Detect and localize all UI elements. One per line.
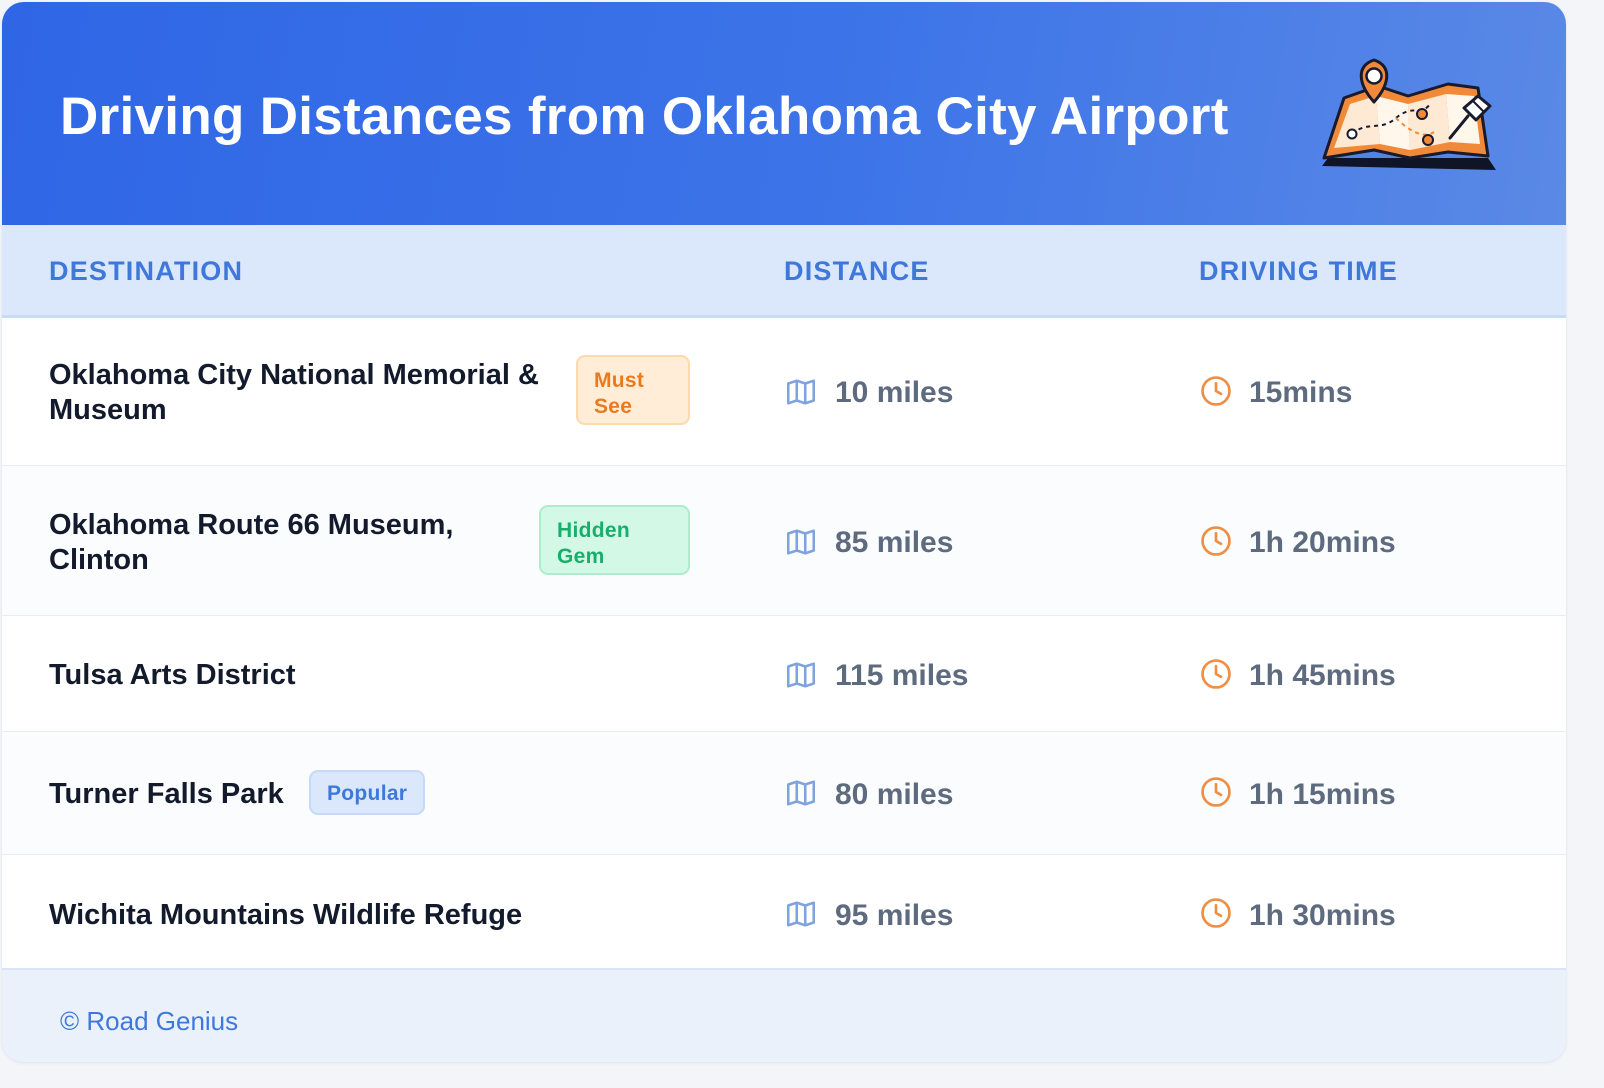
table-header: DESTINATION DISTANCE DRIVING TIME (2, 225, 1566, 318)
map-with-pins-icon (1322, 58, 1496, 170)
distance-value: 80 miles (835, 778, 954, 811)
distance-value: 115 miles (835, 659, 969, 692)
map-icon (786, 901, 816, 927)
page-title: Driving Distances from Oklahoma City Air… (60, 87, 1229, 146)
footer: © Road Genius (2, 968, 1566, 1062)
column-header-destination: DESTINATION (49, 256, 244, 286)
map-icon (786, 529, 816, 555)
driving-time-value: 1h 30mins (1249, 899, 1396, 932)
distance-value: 95 miles (835, 899, 954, 932)
destination-name: Wichita Mountains Wildlife Refuge (49, 899, 523, 931)
hidden-gem-badge: Hidden Gem (539, 505, 690, 575)
driving-time-value: 1h 45mins (1249, 659, 1396, 692)
destination-name: Tulsa Arts District (49, 659, 296, 691)
destination-name: Oklahoma Route 66 Museum, Clinton (49, 509, 454, 576)
clock-icon (1201, 376, 1231, 406)
distance-table-card: Driving Distances from Oklahoma City Air… (2, 2, 1566, 1062)
clock-icon (1201, 898, 1231, 928)
table-row: Turner Falls Park Popular 80 miles 1h 15… (2, 732, 1566, 855)
map-icon (786, 379, 816, 405)
column-header-driving-time: DRIVING TIME (1199, 256, 1398, 286)
table-row: Oklahoma City National Memorial & Museum… (2, 316, 1566, 466)
must-see-badge: Must See (576, 355, 690, 425)
table-row: Tulsa Arts District 115 miles 1h 45mins (2, 616, 1566, 732)
map-icon (786, 662, 816, 688)
driving-time-value: 1h 15mins (1249, 778, 1396, 811)
driving-time-value: 15mins (1249, 376, 1353, 409)
popular-badge: Popular (309, 770, 426, 815)
destination-name: Turner Falls Park (49, 778, 284, 810)
header-banner: Driving Distances from Oklahoma City Air… (2, 2, 1566, 225)
driving-time-value: 1h 20mins (1249, 526, 1396, 559)
column-header-distance: DISTANCE (784, 256, 930, 286)
clock-icon (1201, 777, 1231, 807)
map-icon (786, 780, 816, 806)
table-row: Wichita Mountains Wildlife Refuge 95 mil… (2, 855, 1566, 968)
footer-credit: © Road Genius (60, 1006, 239, 1036)
clock-icon (1201, 659, 1231, 689)
clock-icon (1201, 526, 1231, 556)
destination-name: Oklahoma City National Memorial & Museum (49, 359, 539, 426)
distance-value: 10 miles (835, 376, 954, 409)
table-row: Oklahoma Route 66 Museum, Clinton Hidden… (2, 466, 1566, 616)
distance-value: 85 miles (835, 526, 954, 559)
